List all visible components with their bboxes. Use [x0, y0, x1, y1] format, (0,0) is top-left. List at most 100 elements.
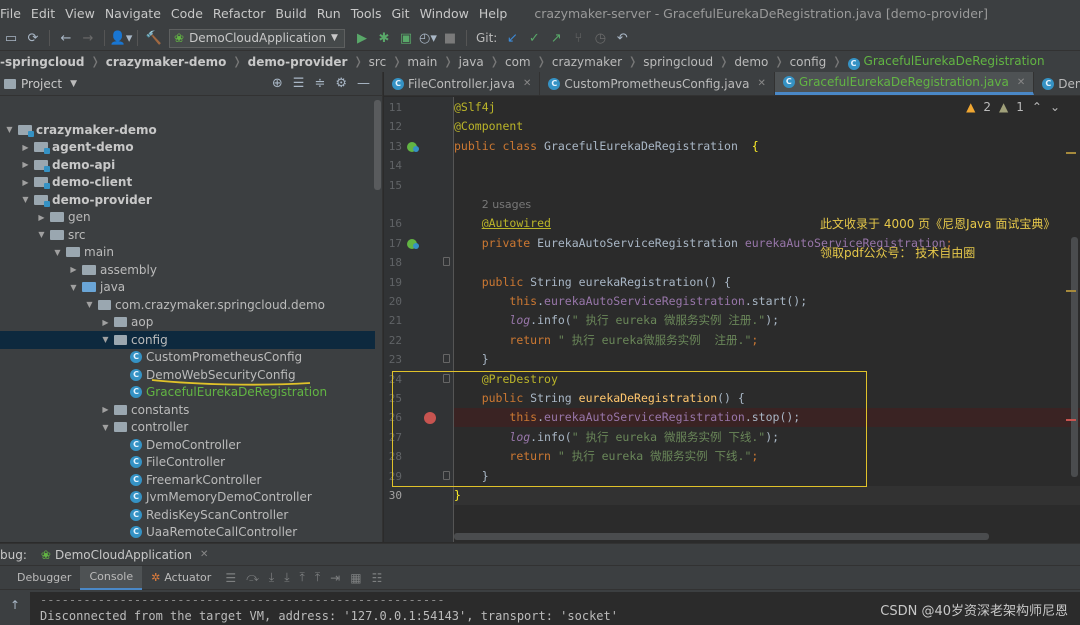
run-configuration-select[interactable]: ❀ DemoCloudApplication ▼: [169, 28, 345, 48]
tab-custom-prometheus-config[interactable]: C CustomPrometheusConfig.java ✕: [540, 72, 775, 95]
step-over-icon[interactable]: ⤼: [241, 570, 264, 585]
error-stripe-mark[interactable]: [1066, 152, 1076, 154]
code-line[interactable]: return " 执行 eureka微服务实例 注册.";: [454, 331, 1080, 350]
git-push-icon[interactable]: ↗: [545, 27, 567, 49]
run-icon[interactable]: ▶: [351, 27, 373, 49]
menu-run[interactable]: Run: [312, 6, 346, 21]
locate-icon[interactable]: ⊕: [272, 76, 283, 91]
build-hammer-icon[interactable]: 🔨: [143, 27, 165, 49]
force-step-into-icon[interactable]: ⤓: [279, 570, 294, 585]
code-line[interactable]: log.info(" 执行 eureka 微服务实例 注册.");: [454, 311, 1080, 330]
git-commit-icon[interactable]: ✓: [523, 27, 545, 49]
code-line[interactable]: public String eurekaRegistration() {: [454, 273, 1080, 292]
git-merge-icon[interactable]: ⑂: [567, 27, 589, 49]
tree-item[interactable]: ▶security: [0, 541, 375, 542]
step-out-icon[interactable]: ⤒: [295, 570, 310, 585]
tree-item[interactable]: C DemoController: [0, 436, 375, 454]
chevron-down-icon[interactable]: ▼: [4, 125, 15, 134]
menu-edit[interactable]: Edit: [26, 6, 60, 21]
chevron-up-icon[interactable]: ⌃: [1032, 100, 1042, 114]
trace-icon[interactable]: ☷: [367, 571, 388, 585]
menu-build[interactable]: Build: [270, 6, 311, 21]
code-line[interactable]: public class GracefulEurekaDeRegistratio…: [454, 137, 1080, 156]
close-icon[interactable]: ✕: [757, 78, 765, 89]
code-line[interactable]: }: [454, 486, 1080, 505]
hide-icon[interactable]: —: [357, 76, 370, 91]
editor-horizontal-scrollbar[interactable]: [454, 533, 989, 540]
breadcrumb-item[interactable]: com: [505, 55, 531, 69]
git-update-icon[interactable]: ↙: [501, 27, 523, 49]
debug-run-tab[interactable]: ❀ DemoCloudApplication ✕: [41, 548, 208, 562]
tree-item[interactable]: ▼ java: [0, 279, 375, 297]
tree-item[interactable]: C FreemarkController: [0, 471, 375, 489]
tree-item[interactable]: ▼ com.crazymaker.springcloud.demo: [0, 296, 375, 314]
tree-item[interactable]: ▼ config: [0, 331, 375, 349]
breadcrumb-item[interactable]: config: [790, 55, 827, 69]
tree-item[interactable]: ▼ crazymaker-demo: [0, 121, 375, 139]
tab-file-controller[interactable]: C FileController.java ✕: [384, 72, 541, 95]
tree-item[interactable]: C CustomPrometheusConfig: [0, 349, 375, 367]
tree-item[interactable]: C RedisKeyScanController: [0, 506, 375, 524]
close-icon[interactable]: ✕: [523, 78, 531, 89]
git-rollback-icon[interactable]: ↶: [611, 27, 633, 49]
menu-view[interactable]: View: [60, 6, 100, 21]
chevron-right-icon[interactable]: ▶: [68, 265, 79, 274]
chevron-down-icon[interactable]: ▼: [36, 230, 47, 239]
inspection-widget[interactable]: ▲ 2 ▲ 1 ⌃ ⌄: [966, 100, 1060, 114]
breadcrumb-item-class[interactable]: C GracefulEurekaDeRegistration: [847, 54, 1045, 70]
chevron-down-icon[interactable]: ▼: [100, 423, 111, 432]
menu-icon[interactable]: ☰: [220, 571, 241, 585]
spring-bean-icon[interactable]: [406, 238, 420, 250]
tab-console[interactable]: Console: [80, 565, 143, 590]
menu-file[interactable]: File: [0, 6, 26, 21]
menu-refactor[interactable]: Refactor: [208, 6, 270, 21]
chevron-right-icon[interactable]: ▶: [36, 213, 47, 222]
tree-item[interactable]: ▼ main: [0, 244, 375, 262]
git-history-icon[interactable]: ◷: [589, 27, 611, 49]
code-line[interactable]: 2 usages: [454, 195, 1080, 214]
profile-icon[interactable]: ◴▾: [417, 27, 439, 49]
user-icon[interactable]: 👤▾: [110, 27, 133, 49]
step-into-icon[interactable]: ⤓: [264, 570, 279, 585]
menu-navigate[interactable]: Navigate: [100, 6, 166, 21]
breadcrumb-item[interactable]: crazymaker: [552, 55, 622, 69]
breadcrumb-item[interactable]: crazymaker-demo: [106, 55, 227, 69]
tree-item[interactable]: ▶ assembly: [0, 261, 375, 279]
sync-icon[interactable]: ⟳: [22, 27, 44, 49]
tree-item[interactable]: ▼ controller: [0, 419, 375, 437]
chevron-down-icon[interactable]: ▼: [68, 283, 79, 292]
tree-item[interactable]: ▶ demo-api: [0, 156, 375, 174]
forward-icon[interactable]: →: [77, 27, 99, 49]
expand-all-icon[interactable]: ☰: [293, 76, 305, 91]
menu-window[interactable]: Window: [415, 6, 474, 21]
tree-item[interactable]: ▶ constants: [0, 401, 375, 419]
tab-debugger[interactable]: Debugger: [8, 566, 80, 590]
chevron-down-icon[interactable]: ▼: [70, 79, 77, 89]
code-line[interactable]: [454, 156, 1080, 175]
code-line[interactable]: [454, 253, 1080, 272]
drop-frame-icon[interactable]: ⤒: [310, 570, 325, 585]
back-icon[interactable]: ←: [55, 27, 77, 49]
chevron-down-icon[interactable]: ▼: [100, 335, 111, 344]
chevron-down-icon[interactable]: ⌄: [1050, 100, 1060, 114]
breadcrumb-item[interactable]: demo: [734, 55, 768, 69]
chevron-down-icon[interactable]: ▼: [20, 195, 31, 204]
arrow-up-icon[interactable]: ↑: [10, 598, 20, 625]
project-panel-title[interactable]: Project: [21, 77, 62, 91]
code-line[interactable]: private EurekaAutoServiceRegistration eu…: [454, 234, 1080, 253]
breadcrumb-item[interactable]: demo-provider: [248, 55, 348, 69]
code-line[interactable]: }: [454, 350, 1080, 369]
menu-code[interactable]: Code: [166, 6, 208, 21]
tree-item[interactable]: C JvmMemoryDemoController: [0, 489, 375, 507]
menu-git[interactable]: Git: [387, 6, 415, 21]
fold-marker-icon[interactable]: [443, 354, 450, 364]
error-stripe-mark[interactable]: [1066, 290, 1076, 292]
fold-marker-icon[interactable]: [443, 257, 450, 267]
chevron-down-icon[interactable]: ▼: [84, 300, 95, 309]
chevron-right-icon[interactable]: ▶: [100, 318, 111, 327]
breadcrumb-item[interactable]: springcloud: [643, 55, 713, 69]
code-line[interactable]: @Component: [454, 117, 1080, 136]
chevron-right-icon[interactable]: ▶: [20, 160, 31, 169]
tab-actuator[interactable]: ✲ Actuator: [142, 566, 220, 590]
code-line[interactable]: this.eurekaAutoServiceRegistration.start…: [454, 292, 1080, 311]
